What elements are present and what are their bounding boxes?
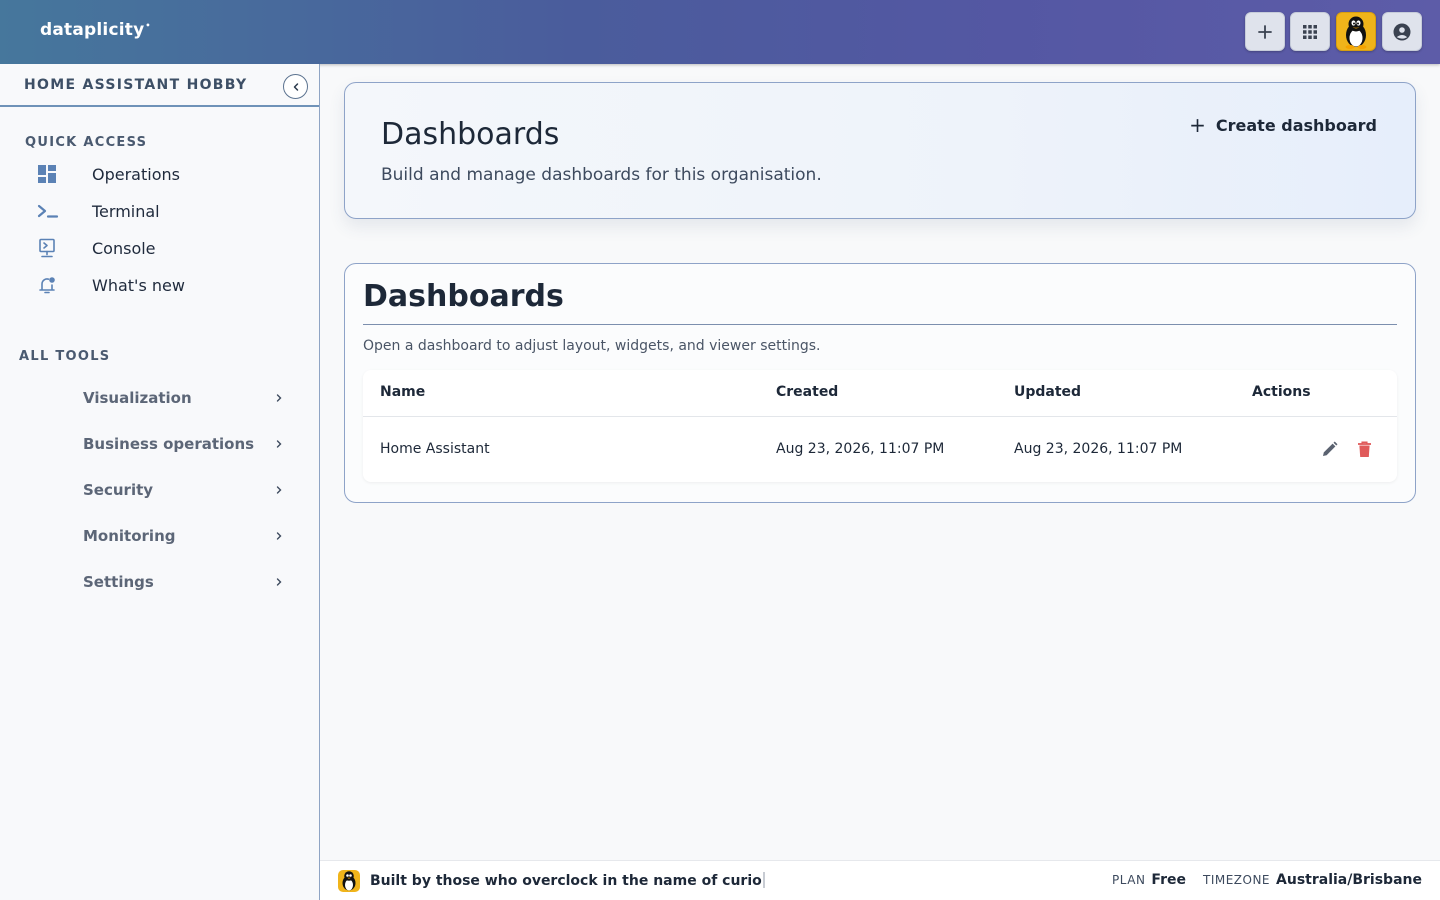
dashboard-icon — [24, 164, 72, 184]
dashboards-hero-card: Dashboards Build and manage dashboards f… — [344, 82, 1416, 219]
timezone-label: TIMEZONE — [1202, 873, 1271, 887]
divider — [363, 324, 1397, 325]
apps-menu-button[interactable] — [1290, 12, 1330, 51]
panel-title: Dashboards — [363, 279, 564, 314]
plan-label: PLAN — [1112, 873, 1146, 887]
create-dashboard-label: Create dashboard — [1215, 115, 1377, 135]
plan-value: Free — [1151, 872, 1186, 888]
chevron-right-icon — [276, 486, 282, 494]
terminal-icon — [24, 203, 72, 219]
footer-tagline: Built by those who overclock in the name… — [370, 872, 765, 889]
tux-logo-icon — [338, 870, 360, 892]
brand-mark: • — [145, 21, 151, 30]
add-button[interactable] — [1245, 12, 1285, 51]
tool-monitoring[interactable]: Monitoring — [83, 521, 283, 551]
created-cell: Aug 23, 2026, 11:07 PM — [776, 441, 945, 457]
quick-access-label-text: Terminal — [92, 201, 160, 221]
chevron-right-icon — [276, 532, 282, 540]
plus-icon: + — [1189, 113, 1206, 137]
collapse-sidebar-button[interactable] — [283, 74, 308, 99]
dashboard-name-cell[interactable]: Home Assistant — [380, 441, 490, 457]
tool-business-operations[interactable]: Business operations — [83, 429, 283, 459]
page-subtitle: Build and manage dashboards for this org… — [381, 165, 822, 185]
tool-label: Business operations — [83, 435, 255, 453]
trash-icon — [1357, 441, 1371, 457]
column-header-name[interactable]: Name — [380, 384, 425, 400]
quick-access-whats-new[interactable]: What's new — [24, 270, 304, 300]
quick-access-terminal[interactable]: Terminal — [24, 196, 304, 226]
create-dashboard-button[interactable]: + Create dashboard — [1189, 115, 1377, 135]
organisation-name: HOME ASSISTANT HOBBY — [24, 77, 248, 93]
chevron-left-icon — [293, 82, 298, 91]
tool-settings[interactable]: Settings — [83, 567, 283, 597]
plus-icon — [1258, 24, 1272, 39]
chevron-right-icon — [276, 394, 282, 402]
all-tools-label: ALL TOOLS — [19, 349, 111, 364]
brand-name: dataplicity — [40, 20, 145, 40]
updated-cell: Aug 23, 2026, 11:07 PM — [1014, 441, 1183, 457]
tool-label: Visualization — [83, 389, 192, 407]
tool-security[interactable]: Security — [83, 475, 283, 505]
chevron-right-icon — [276, 440, 282, 448]
delete-dashboard-button[interactable] — [1353, 438, 1375, 460]
sidebar: HOME ASSISTANT HOBBY QUICK ACCESS Operat… — [0, 64, 320, 900]
tool-label: Security — [83, 481, 154, 499]
console-icon — [24, 238, 72, 258]
apps-grid-icon — [1303, 24, 1317, 39]
quick-access-label-text: What's new — [92, 275, 185, 295]
account-circle-icon — [1393, 23, 1411, 40]
tool-label: Monitoring — [83, 527, 176, 545]
organisation-header: HOME ASSISTANT HOBBY — [0, 64, 319, 107]
panel-description: Open a dashboard to adjust layout, widge… — [363, 338, 821, 354]
footer-tagline-text: Built by those who overclock in the name… — [370, 873, 762, 889]
quick-access-operations[interactable]: Operations — [24, 159, 304, 189]
pencil-icon — [1322, 441, 1337, 456]
tool-visualization[interactable]: Visualization — [83, 383, 283, 413]
tux-avatar-icon — [1345, 16, 1367, 49]
tool-label: Settings — [83, 573, 154, 591]
quick-access-label: QUICK ACCESS — [25, 135, 148, 150]
quick-access-label-text: Console — [92, 238, 156, 258]
typing-cursor — [762, 872, 765, 888]
dashboards-table: Name Created Updated Actions Home Assist… — [363, 370, 1397, 482]
notification-bell-icon — [24, 275, 72, 295]
timezone-value: Australia/Brisbane — [1276, 872, 1422, 888]
chevron-right-icon — [276, 578, 282, 586]
footer-meta: PLAN Free TIMEZONE Australia/Brisbane — [1112, 872, 1422, 888]
footer: Built by those who overclock in the name… — [320, 860, 1440, 900]
quick-access-label-text: Operations — [92, 164, 180, 184]
quick-access-console[interactable]: Console — [24, 233, 304, 263]
page-title: Dashboards — [381, 117, 560, 152]
account-button[interactable] — [1382, 12, 1422, 51]
column-header-created[interactable]: Created — [776, 384, 838, 400]
brand-logo[interactable]: dataplicity• — [40, 20, 151, 40]
top-bar: dataplicity• — [0, 0, 1440, 64]
column-header-updated[interactable]: Updated — [1014, 384, 1081, 400]
edit-dashboard-button[interactable] — [1318, 438, 1340, 460]
dashboards-panel: Dashboards Open a dashboard to adjust la… — [344, 263, 1416, 503]
device-avatar-button[interactable] — [1336, 12, 1376, 51]
table-header-divider — [363, 416, 1397, 417]
column-header-actions: Actions — [1252, 384, 1311, 400]
